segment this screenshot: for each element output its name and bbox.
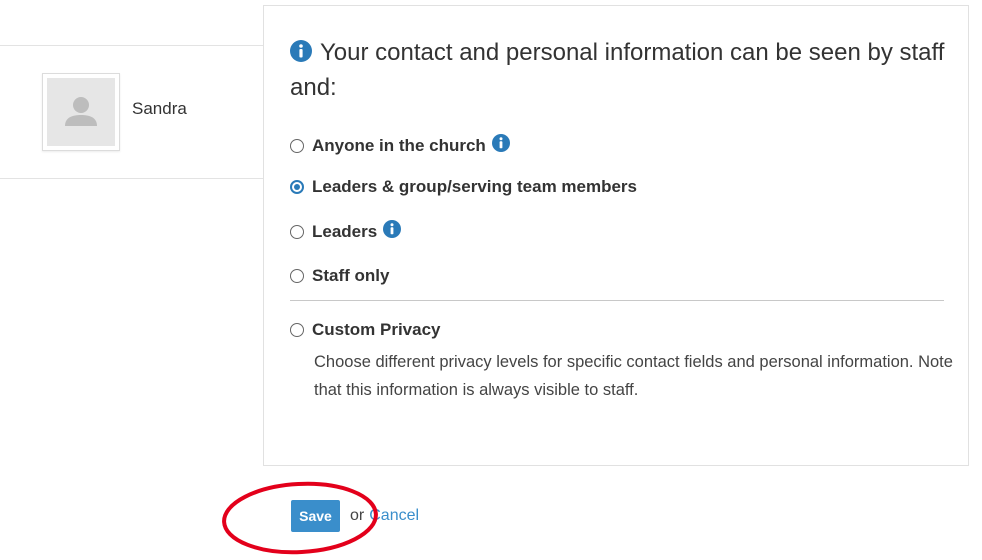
info-icon[interactable] [383, 220, 402, 243]
save-button[interactable]: Save [291, 500, 340, 532]
option-label: Leaders & group/serving team members [312, 177, 638, 196]
radio-custom-privacy[interactable] [290, 323, 304, 337]
form-actions: Save or Cancel [291, 500, 419, 532]
person-silhouette-icon [65, 97, 97, 126]
avatar [42, 73, 120, 151]
option-staff-only[interactable]: Staff only [290, 266, 389, 286]
radio-anyone-in-church[interactable] [290, 138, 304, 153]
option-custom-privacy[interactable]: Custom Privacy [290, 320, 441, 340]
sidebar-divider-bottom [0, 178, 263, 179]
or-text: or [350, 507, 365, 524]
option-leaders[interactable]: Leaders [290, 220, 402, 243]
info-icon[interactable] [491, 134, 510, 157]
option-leaders-and-members[interactable]: Leaders & group/serving team members [290, 177, 637, 197]
radio-staff-only[interactable] [290, 269, 304, 283]
options-divider [290, 300, 944, 301]
privacy-panel: Your contact and personal information ca… [263, 5, 969, 466]
privacy-heading: Your contact and personal information ca… [290, 36, 950, 104]
option-label: Custom Privacy [312, 320, 441, 339]
radio-leaders-and-members[interactable] [290, 180, 304, 194]
profile-name: Sandra [132, 99, 187, 118]
cancel-link[interactable]: Cancel [369, 507, 419, 525]
custom-privacy-description: Choose different privacy levels for spec… [314, 353, 953, 399]
option-label: Anyone in the church [312, 135, 486, 155]
radio-leaders[interactable] [290, 224, 304, 239]
profile-card[interactable]: Sandra [42, 73, 187, 151]
option-anyone-in-church[interactable]: Anyone in the church [290, 134, 510, 157]
option-label: Staff only [312, 266, 390, 285]
sidebar-divider-top [0, 45, 263, 46]
privacy-heading-text: Your contact and personal information ca… [290, 39, 945, 101]
option-label: Leaders [312, 221, 378, 241]
info-icon [290, 38, 312, 71]
